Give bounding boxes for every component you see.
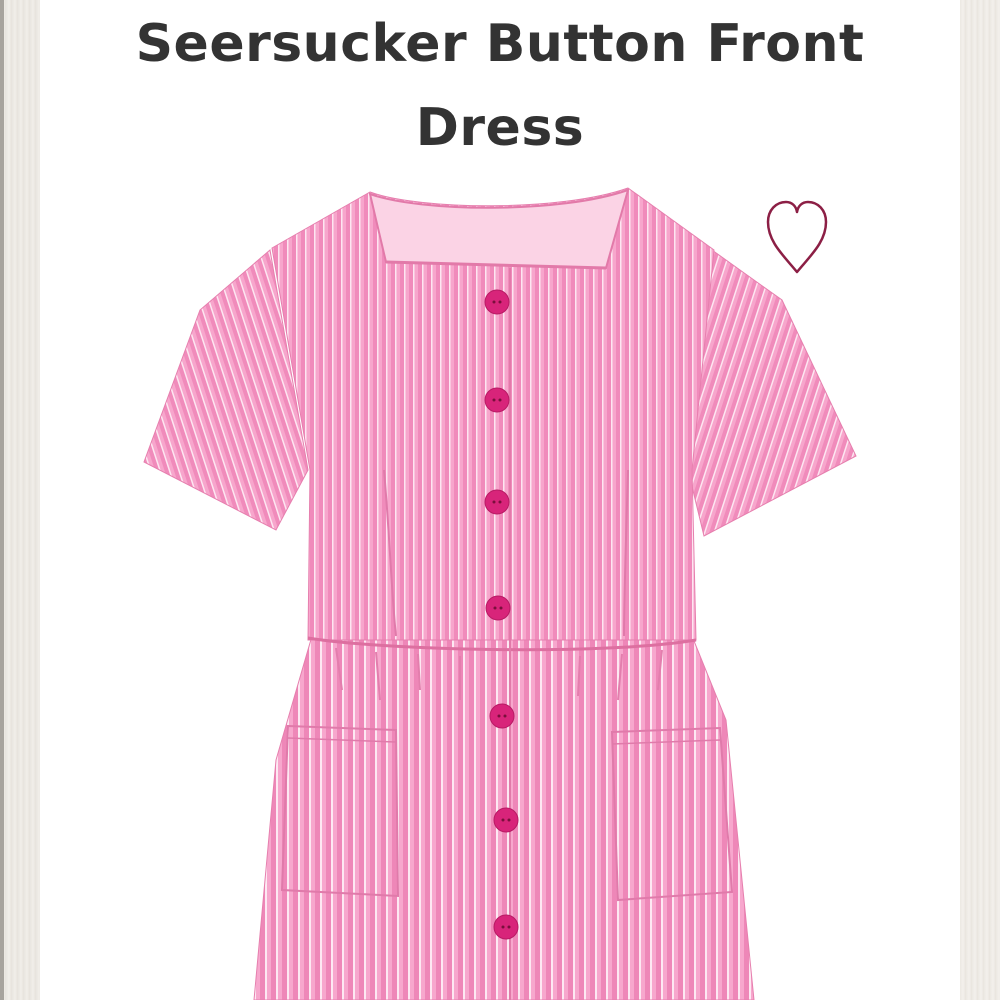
- product-card: Seersucker Button Front Dress: [40, 0, 960, 1000]
- right-sleeve: [687, 249, 857, 537]
- product-page: Seersucker Button Front Dress: [0, 0, 1000, 1000]
- product-title: Seersucker Button Front Dress: [135, 14, 865, 158]
- right-page-edge: [960, 0, 1000, 1000]
- left-page-edge: [0, 0, 40, 1000]
- heart-outline-icon[interactable]: [762, 198, 832, 278]
- neckline: [368, 188, 630, 270]
